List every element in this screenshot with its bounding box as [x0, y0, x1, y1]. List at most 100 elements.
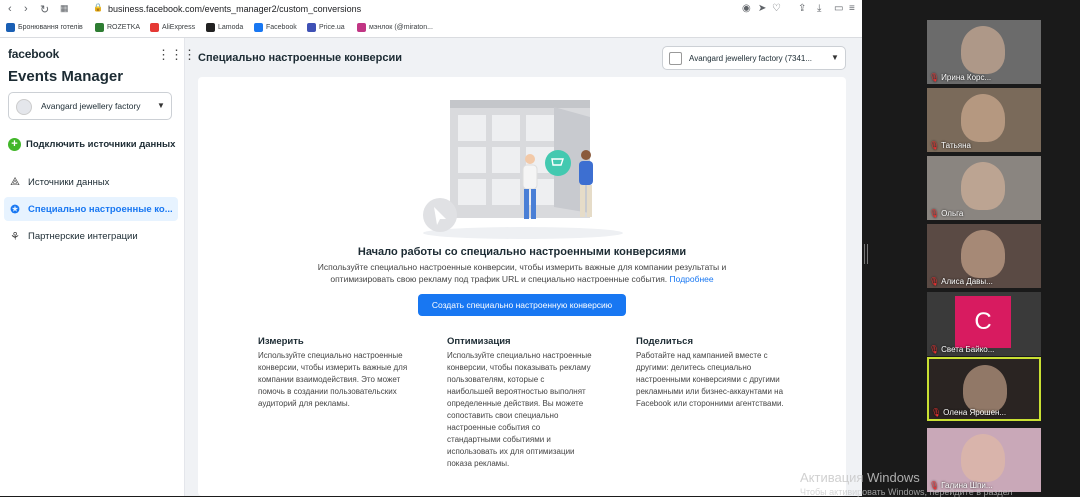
share-column: Поделиться Работайте над кампанией вмест… — [636, 336, 786, 410]
send-icon[interactable]: ➤ — [758, 3, 766, 14]
url-field[interactable]: business.facebook.com/events_manager2/cu… — [108, 4, 361, 14]
bookmark-favicon-icon — [95, 23, 104, 32]
bookmark-favicon-icon — [254, 23, 263, 32]
page-title: Специально настроенные конверсии — [198, 52, 403, 64]
nodes-icon: ⟁ — [10, 175, 20, 188]
participant-name-tag: 🎙 Света Байко... — [929, 345, 994, 354]
reload-icon[interactable]: ↻ — [40, 3, 49, 16]
shop-illustration — [423, 100, 623, 239]
bookmark-item[interactable]: мэнлок (@miraton... — [357, 23, 433, 32]
participant-name-tag: 🎙 Олена Ярошен... — [931, 408, 1006, 417]
muted-mic-icon: 🎙 — [929, 277, 940, 286]
back-icon[interactable]: ‹ — [8, 3, 12, 15]
bookmark-item[interactable]: Lamoda — [206, 23, 243, 32]
browser-chrome: ‹ › ↻ ▦ 🔒 business.facebook.com/events_m… — [0, 0, 862, 38]
learn-more-link[interactable]: Подробнее — [670, 274, 714, 284]
bookmark-item[interactable]: Facebook — [254, 23, 297, 32]
hero-description-text: Используйте специально настроенные конве… — [317, 262, 727, 284]
participant-video — [961, 94, 1005, 142]
account-avatar — [16, 99, 32, 115]
participant-name-tag: 🎙 Алиса Давы... — [929, 277, 993, 286]
optimization-column: Оптимизация Используйте специально настр… — [447, 336, 592, 470]
bookmark-item[interactable]: Бронювання готелів — [6, 23, 83, 32]
participant-tile[interactable]: С 🎙 Света Байко... — [927, 292, 1041, 356]
sidebar-item-custom-conversions[interactable]: ✪ Специально настроенные ко... — [4, 197, 178, 221]
create-custom-conversion-button[interactable]: Создать специально настроенную конверсию — [418, 294, 626, 316]
bookmark-favicon-icon — [6, 23, 15, 32]
bookmark-label: Facebook — [266, 24, 297, 31]
forward-icon[interactable]: › — [24, 3, 28, 15]
connect-data-sources-button[interactable]: + Подключить источники данных — [8, 138, 175, 151]
sidebar-item-data-sources[interactable]: ⟁ Источники данных — [4, 170, 178, 194]
bookmark-favicon-icon — [357, 23, 366, 32]
participant-video — [961, 230, 1005, 278]
bookmark-label: AliExpress — [162, 24, 196, 31]
main-card: Начало работы со специально настроенными… — [198, 77, 846, 496]
participant-tile[interactable]: 🎙 Алиса Давы... — [927, 224, 1041, 288]
tabs-grid-icon[interactable]: ▦ — [60, 3, 69, 14]
app-grid-icon[interactable]: ⋮⋮⋮ — [157, 47, 196, 63]
bookmark-label: Lamoda — [218, 24, 244, 31]
column-text: Используйте специально настроенные конве… — [258, 351, 408, 408]
column-title: Оптимизация — [447, 336, 511, 347]
participant-name: Ирина Корс... — [941, 73, 992, 82]
muted-mic-icon: 🎙 — [929, 209, 940, 218]
account-square-icon — [669, 52, 682, 65]
ad-account-name: Avangard jewellery factory (7341... — [689, 54, 813, 63]
app-title: Events Manager — [8, 68, 124, 85]
bookmark-item[interactable]: ROZETKA — [95, 23, 140, 32]
participant-name: Ольга — [941, 209, 964, 218]
star-badge-icon: ✪ — [10, 203, 20, 216]
participant-initial: С — [955, 296, 1011, 348]
muted-mic-icon: 🎙 — [931, 408, 942, 417]
column-title: Поделиться — [636, 336, 694, 347]
participant-tile[interactable]: 🎙 Галина Шпи... — [927, 428, 1041, 492]
account-dropdown[interactable]: Avangard jewellery factory ▼ — [8, 92, 172, 120]
participant-tile[interactable]: 🎙 Ирина Корс... — [927, 20, 1041, 84]
column-title: Измерить — [258, 336, 304, 347]
battery-icon: ▭ — [834, 3, 844, 14]
participant-video — [963, 365, 1007, 413]
participant-video — [961, 434, 1005, 482]
download-icon[interactable]: ⤓ — [817, 3, 821, 14]
ad-account-select[interactable]: Avangard jewellery factory (7341... ▼ — [662, 46, 846, 70]
camera-icon[interactable]: ◉ — [742, 3, 751, 14]
muted-mic-icon: 🎙 — [929, 141, 940, 150]
heart-icon[interactable]: ♡ — [772, 3, 781, 14]
connect-label: Подключить источники данных — [26, 139, 176, 150]
bookmark-label: ROZETKA — [107, 24, 141, 31]
bookmark-item[interactable]: Price.ua — [307, 23, 345, 32]
facebook-logo[interactable]: facebook — [8, 47, 59, 61]
sidebar-item-label: Источники данных — [28, 176, 110, 188]
sidebar: facebook ⋮⋮⋮ Events Manager Avangard jew… — [0, 38, 196, 496]
menu-icon[interactable]: ≡ — [849, 3, 855, 14]
chevron-down-icon: ▼ — [157, 101, 165, 110]
column-text: Работайте над кампанией вместе с другими… — [636, 351, 784, 408]
chevron-down-icon: ▼ — [831, 53, 839, 62]
bookmark-label: мэнлок (@miraton... — [369, 24, 433, 31]
participant-name: Алиса Давы... — [941, 277, 993, 286]
participant-tile[interactable]: 🎙 Татьяна — [927, 88, 1041, 152]
share-icon[interactable]: ⇪ — [798, 3, 806, 14]
participant-name: Света Байко... — [941, 345, 995, 354]
url-path: /events_manager2/custom_conversions — [202, 4, 362, 14]
participant-name-tag: 🎙 Ирина Корс... — [929, 73, 991, 82]
sidebar-item-partner-integrations[interactable]: ⚘ Партнерские интеграции — [4, 224, 178, 248]
bookmark-label: Бронювання готелів — [18, 24, 83, 31]
muted-mic-icon: 🎙 — [929, 345, 940, 354]
hero-title: Начало работы со специально настроенными… — [357, 246, 687, 258]
bookmark-favicon-icon — [206, 23, 215, 32]
column-text: Используйте специально настроенные конве… — [447, 351, 592, 468]
plus-icon: + — [8, 138, 21, 151]
panel-resize-handle[interactable] — [864, 244, 868, 264]
participant-tile[interactable]: 🎙 Ольга — [927, 156, 1041, 220]
browser-window: ‹ › ↻ ▦ 🔒 business.facebook.com/events_m… — [0, 0, 862, 496]
measure-column: Измерить Используйте специально настроен… — [258, 336, 418, 410]
sidebar-item-label: Партнерские интеграции — [28, 230, 138, 242]
hero-description: Используйте специально настроенные конве… — [302, 261, 742, 285]
participant-name-tag: 🎙 Ольга — [929, 209, 963, 218]
participant-tile[interactable]: 🎙 Олена Ярошен... — [927, 357, 1041, 421]
bookmark-label: Price.ua — [319, 24, 345, 31]
bookmark-item[interactable]: AliExpress — [150, 23, 195, 32]
participant-name: Олена Ярошен... — [943, 408, 1007, 417]
